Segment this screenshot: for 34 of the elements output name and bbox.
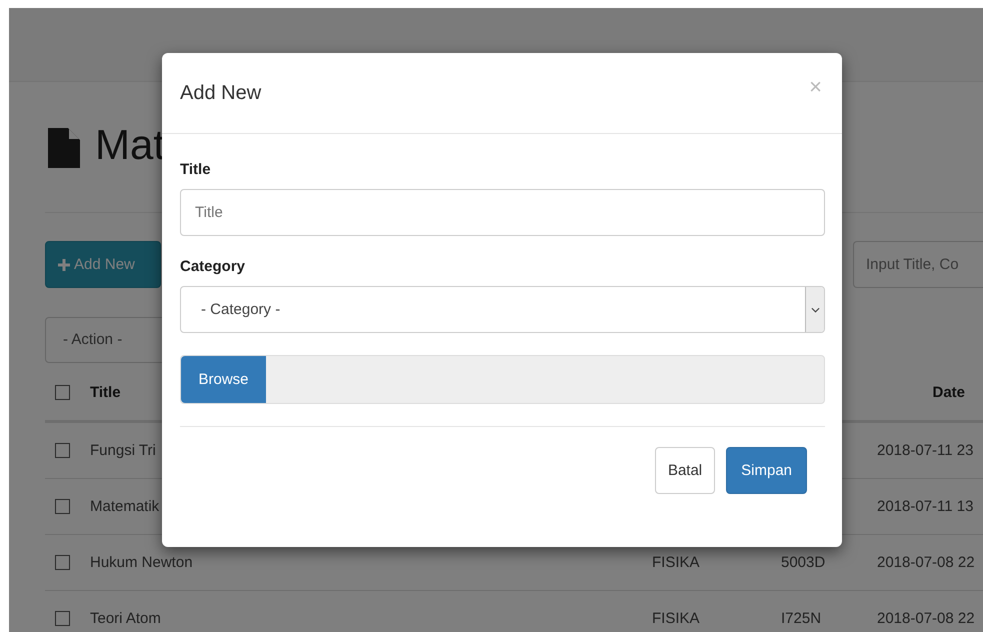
add-new-button[interactable]: Add New [45, 241, 161, 288]
column-header: Date [931, 384, 966, 401]
plus-icon [58, 258, 70, 270]
field-label: Title [180, 161, 212, 178]
table-cell: 5003D [781, 554, 826, 571]
save-button[interactable]: Simpan [726, 447, 807, 494]
table-cell: Fungsi Tri [90, 442, 156, 459]
category-select[interactable]: - Category - [180, 286, 825, 333]
table-cell: 2018-07-08 22 [877, 610, 975, 627]
checkbox[interactable] [55, 385, 70, 400]
modal-title: Add New [180, 82, 262, 104]
table-cell: Teori Atom [90, 610, 161, 627]
search-field[interactable]: Input Title, Co [853, 241, 983, 288]
checkbox[interactable] [55, 555, 70, 570]
table-cell: Matematik [90, 498, 160, 515]
browse-button[interactable]: Browse [181, 356, 266, 403]
field-label: Category [180, 258, 246, 275]
title-field[interactable]: Title [180, 189, 825, 236]
column-header: Title [90, 384, 122, 401]
file-field[interactable]: Browse [180, 355, 825, 404]
table-cell: 2018-07-08 22 [877, 554, 975, 571]
table-cell: 2018-07-11 13 [877, 498, 974, 515]
checkbox[interactable] [55, 443, 70, 458]
table-cell: I725N [781, 610, 822, 627]
cancel-button[interactable]: Batal [654, 447, 716, 494]
table-cell: Hukum Newton [90, 554, 193, 571]
table-cell: FISIKA [652, 610, 700, 627]
page-heading: Mat [95, 121, 166, 169]
chevron-down-icon [810, 306, 820, 312]
checkbox[interactable] [55, 611, 70, 626]
table-cell: 2018-07-11 23 [877, 442, 974, 459]
document-icon [48, 128, 80, 168]
checkbox[interactable] [55, 499, 70, 514]
table-cell: FISIKA [652, 554, 700, 571]
